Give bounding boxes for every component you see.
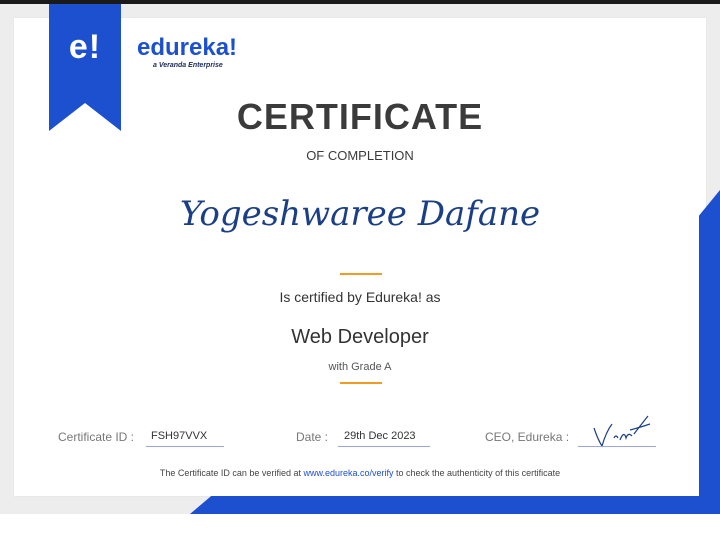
certificate-subtitle: OF COMPLETION bbox=[306, 148, 414, 163]
divider-top bbox=[340, 273, 382, 275]
recipient-name: Yogeshwaree Dafane bbox=[179, 194, 541, 234]
certificate-id-underline bbox=[146, 446, 224, 447]
verification-note: The Certificate ID can be verified at ww… bbox=[0, 468, 720, 478]
verify-link[interactable]: www.edureka.co/verify bbox=[303, 468, 393, 478]
certificate-title: CERTIFICATE bbox=[236, 96, 484, 137]
verification-suffix: to check the authenticity of this certif… bbox=[393, 468, 561, 478]
certificate-id-value: FSH97VVX bbox=[151, 430, 208, 442]
brand-tagline: a Veranda Enterprise bbox=[153, 62, 223, 69]
ceo-label: CEO, Edureka : bbox=[485, 430, 570, 444]
corner-accent-right bbox=[699, 190, 720, 510]
course-name: Web Developer bbox=[291, 326, 429, 348]
ceo-signature bbox=[593, 415, 651, 448]
edureka-logo-mark: e! bbox=[68, 28, 102, 66]
certificate-id-label: Certificate ID : bbox=[58, 430, 135, 444]
date-label: Date : bbox=[296, 430, 329, 444]
date-value: 29th Dec 2023 bbox=[344, 430, 416, 442]
brand-name: edureka! bbox=[137, 34, 238, 61]
corner-accent-bottom bbox=[190, 496, 720, 514]
date-underline bbox=[338, 446, 430, 447]
grade-text: with Grade A bbox=[328, 361, 392, 373]
certified-by-text: Is certified by Edureka! as bbox=[279, 289, 441, 305]
certificate-page: e! edureka! a Veranda Enterprise CERTIFI… bbox=[0, 0, 720, 549]
verification-prefix: The Certificate ID can be verified at bbox=[159, 468, 304, 478]
ceo-underline bbox=[578, 446, 656, 447]
divider-bottom bbox=[340, 382, 382, 384]
